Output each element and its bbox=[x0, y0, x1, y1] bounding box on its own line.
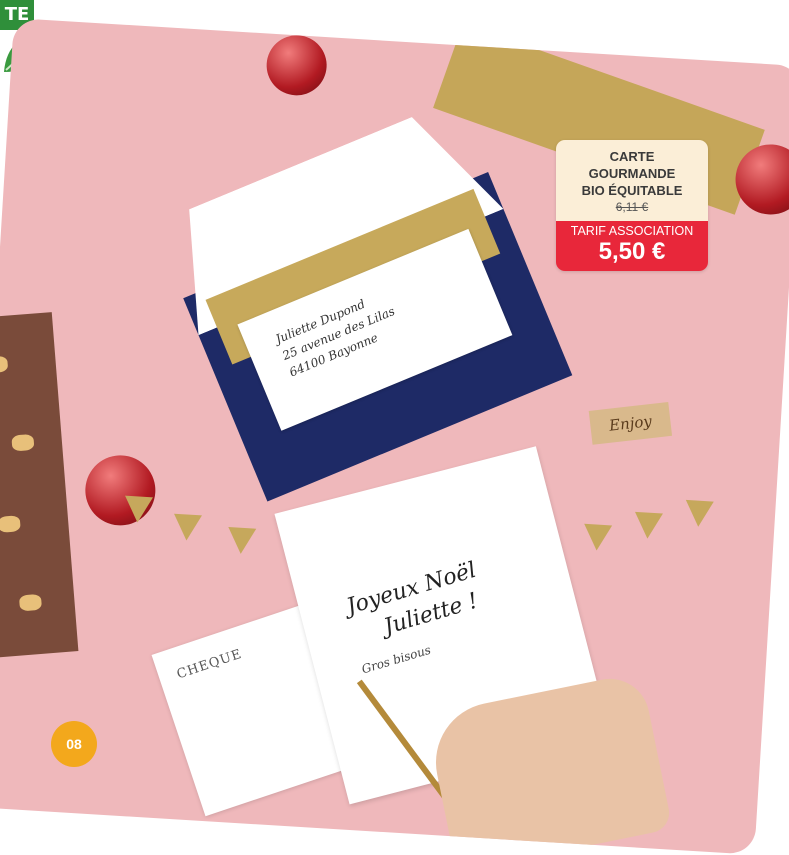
envelope: Juliette Dupond 25 avenue des Lilas 6410… bbox=[153, 98, 573, 502]
page-number: 08 bbox=[51, 721, 97, 767]
association-price-label: TARIF ASSOCIATION bbox=[570, 224, 694, 238]
product-name-line: GOURMANDE bbox=[588, 166, 676, 181]
old-price: 6,11 € bbox=[615, 200, 649, 214]
price-tag: CARTE GOURMANDE BIO ÉQUITABLE 6,11 € TAR… bbox=[556, 140, 708, 271]
enjoy-tag: Enjoy bbox=[588, 401, 673, 445]
product-name-line: BIO ÉQUITABLE bbox=[581, 183, 683, 198]
chocolate-bar bbox=[0, 312, 79, 663]
product-name-line: CARTE bbox=[609, 149, 655, 164]
red-ornament bbox=[264, 33, 329, 98]
price-value: 5,50 € bbox=[598, 238, 666, 265]
cheque-label: CHEQUE bbox=[174, 646, 245, 683]
